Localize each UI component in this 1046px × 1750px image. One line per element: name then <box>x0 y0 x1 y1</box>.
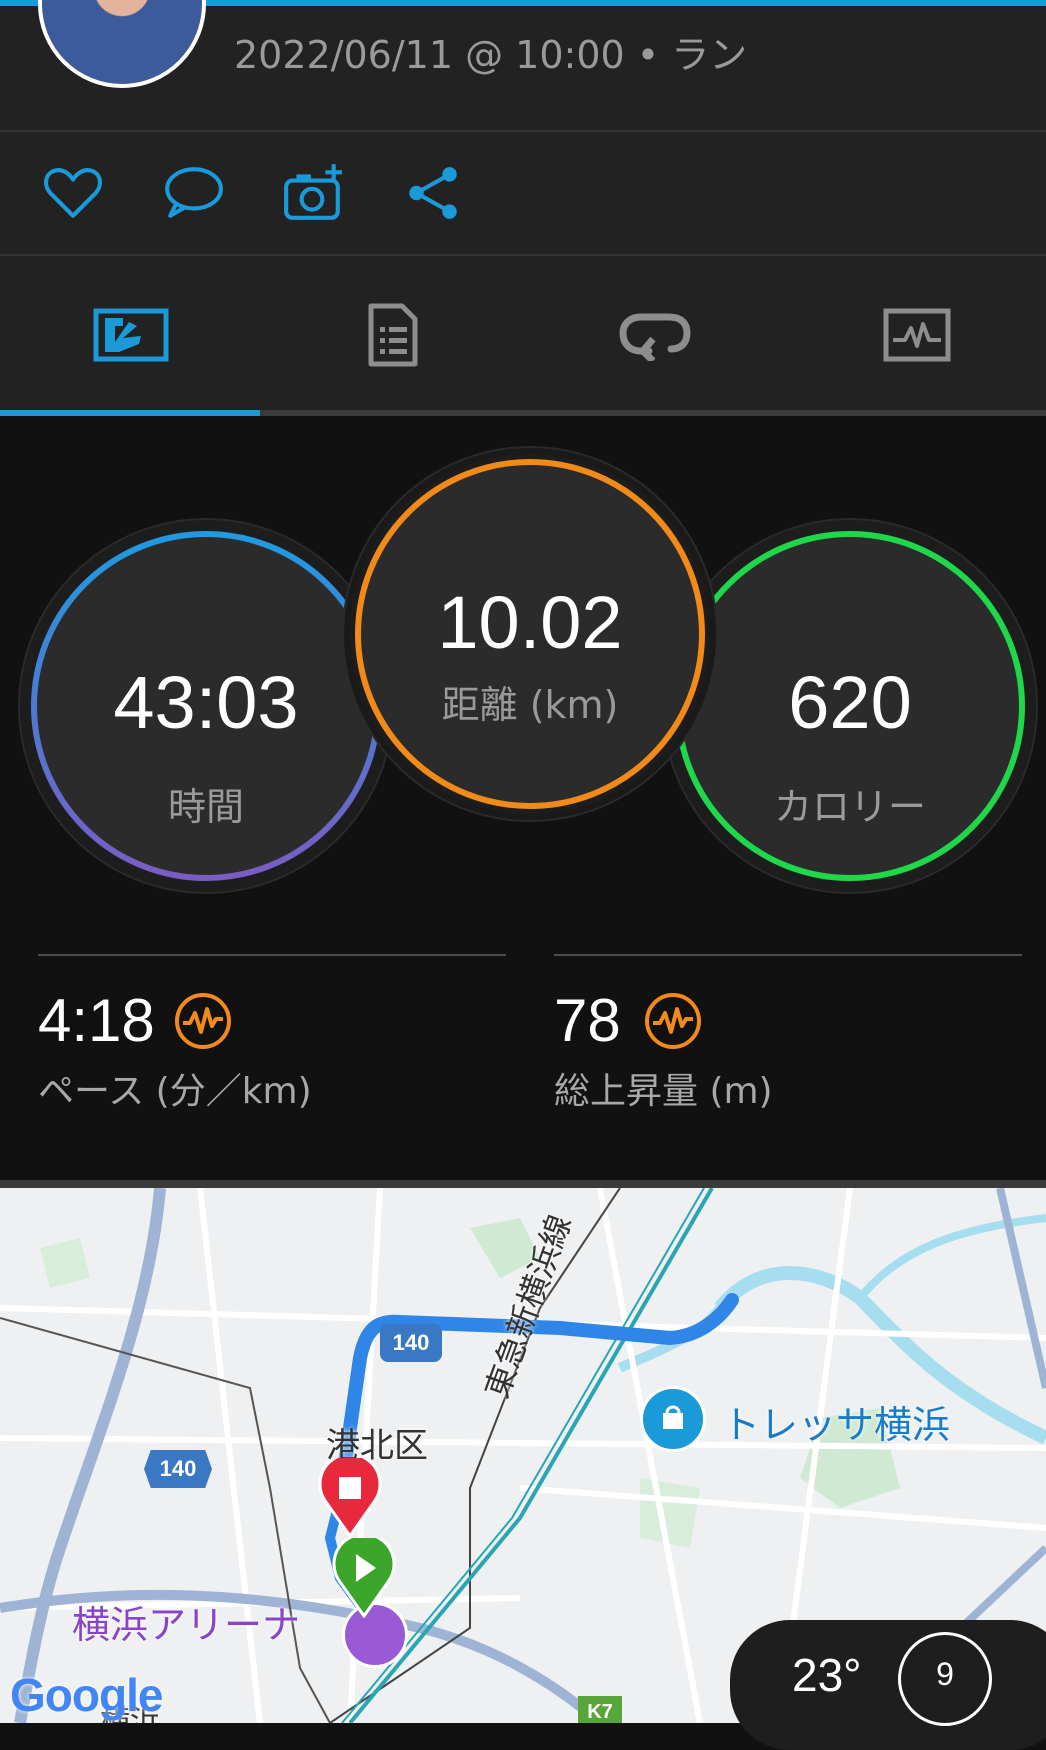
activity-header: 2022/06/11 @ 10:00 • ラン <box>0 0 1046 130</box>
shopping-pin-icon[interactable] <box>640 1386 706 1452</box>
avatar[interactable] <box>38 0 206 88</box>
activity-tabs <box>0 256 1046 414</box>
wind-speed: 9 <box>936 1656 954 1692</box>
stats-panel: 43:03 時間 620 カロリー 10.02 距離 (km) 4:18 ペース… <box>0 416 1046 1180</box>
laps-loop-icon <box>618 313 691 361</box>
tab-graphs[interactable] <box>786 256 1046 414</box>
road-shield: 140 <box>380 1324 442 1362</box>
share-icon[interactable] <box>402 162 464 224</box>
action-bar <box>0 132 1046 254</box>
calories-ring[interactable]: 620 カロリー <box>664 520 1036 892</box>
section-divider <box>0 1180 1046 1188</box>
time-ring[interactable]: 43:03 時間 <box>20 520 392 892</box>
distance-label: 距離 (km) <box>441 683 619 727</box>
elevation-label: 総上昇量 (m) <box>554 1071 773 1112</box>
activity-pulse-icon[interactable] <box>174 992 232 1050</box>
graphs-icon <box>883 308 950 362</box>
elevation-value: 78 <box>554 987 621 1054</box>
comment-icon[interactable] <box>162 162 224 224</box>
calories-label: カロリー <box>773 785 926 829</box>
distance-value: 10.02 <box>437 581 623 664</box>
time-value: 43:03 <box>113 661 299 744</box>
pace-label: ペース (分／km) <box>38 1071 312 1112</box>
calories-value: 620 <box>788 661 912 744</box>
heart-icon[interactable] <box>42 162 104 224</box>
overview-chart-icon <box>93 308 168 362</box>
details-list-icon <box>368 303 417 367</box>
tab-laps[interactable] <box>524 256 785 414</box>
activity-pulse-icon[interactable] <box>644 992 702 1050</box>
road-shield: K7 <box>578 1696 622 1723</box>
google-logo-text: Google <box>10 1669 163 1721</box>
divider <box>38 954 506 956</box>
time-label: 時間 <box>167 785 244 829</box>
poi-label[interactable]: 横浜アリーナ <box>72 1594 300 1649</box>
distance-ring[interactable]: 10.02 距離 (km) <box>344 448 716 820</box>
road-shield: 140 <box>144 1450 212 1488</box>
start-marker-icon[interactable] <box>332 1538 396 1618</box>
tab-details[interactable] <box>262 256 523 414</box>
divider <box>554 954 1022 956</box>
finish-marker-icon[interactable] <box>318 1458 382 1538</box>
weather-widget[interactable]: 23° 9 <box>730 1620 1046 1750</box>
poi-label[interactable]: トレッサ横浜 <box>722 1394 950 1449</box>
temperature: 23° <box>792 1649 862 1701</box>
tab-overview[interactable] <box>0 256 261 414</box>
activity-date-type: 2022/06/11 @ 10:00 • ラン <box>234 33 748 77</box>
pace-value: 4:18 <box>38 987 155 1054</box>
google-logo: Google <box>10 1668 163 1722</box>
add-photo-icon[interactable] <box>282 162 344 224</box>
